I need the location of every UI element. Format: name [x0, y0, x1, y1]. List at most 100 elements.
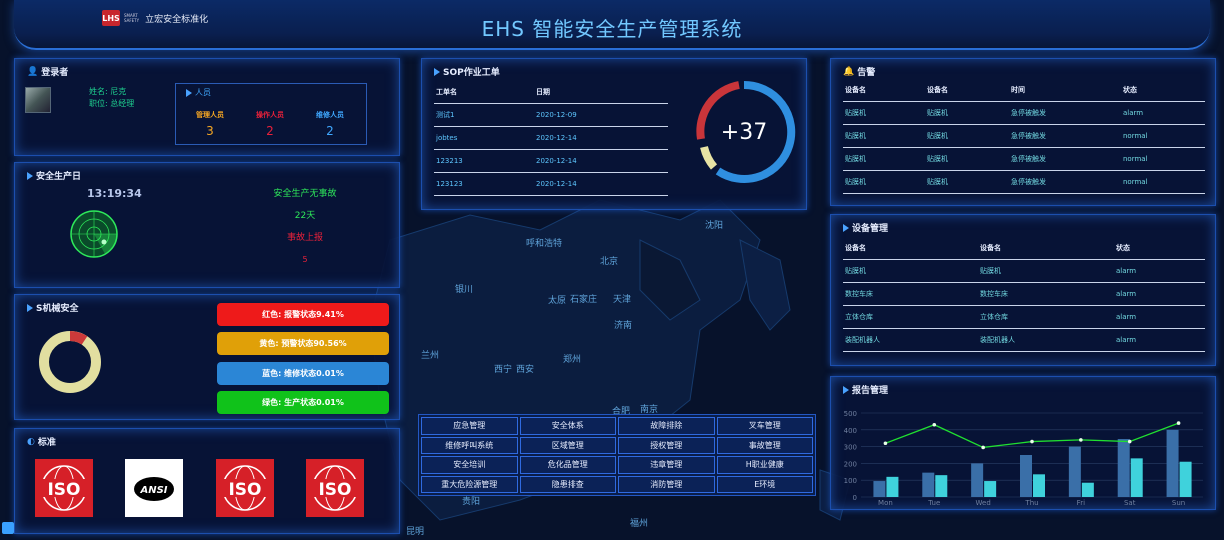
report-chart: 0 100 200 300 400 500 Mon Tue Wed Thu Fri Sat Sun: [844, 410, 1203, 507]
chart-point: [883, 441, 888, 446]
table-row[interactable]: jobtes 2020-12-14: [434, 126, 668, 150]
quick-menu-item[interactable]: 隐患排查: [519, 475, 616, 493]
ansi-logo[interactable]: ANSI: [125, 459, 183, 517]
avatar[interactable]: [25, 87, 51, 113]
iso-logo[interactable]: ISO: [216, 459, 274, 517]
cell: normal: [1121, 147, 1205, 171]
donut-ring-yellow: [39, 331, 101, 393]
device-title: 设备管理: [843, 221, 888, 234]
sop-table: 工单名 日期 测试1 2020-12-09 jobtes 2020-12-14 12…: [434, 81, 668, 196]
status-bar-red[interactable]: 红色: 报警状态9.41%: [217, 303, 389, 326]
table-row[interactable]: 贴膜机 贴膜机 急停被触发 normal: [843, 170, 1205, 194]
x-tick-label: Sun: [1172, 499, 1185, 507]
cell: alarm: [1114, 259, 1205, 283]
column-header: 设备名: [843, 237, 978, 260]
quick-menu-item[interactable]: 安全体系: [519, 417, 616, 435]
safety-stats: 安全生产无事故 22天 事故上报 5: [245, 183, 365, 271]
status-bar-yellow[interactable]: 黄色: 预警状态90.56%: [217, 332, 389, 355]
cell: jobtes: [434, 126, 534, 150]
machine-donut-chart: [39, 331, 101, 393]
map-city-label: 天津: [613, 295, 632, 305]
quick-menu-item[interactable]: 违章管理: [618, 456, 715, 474]
column-header: 工单名: [434, 81, 534, 104]
device-table: 设备名 设备名 状态 贴膜机 贴膜机 alarm 数控车床 数控车床 alarm 立体仓…: [843, 237, 1205, 352]
quick-menu-item[interactable]: 区域管理: [519, 436, 616, 454]
quick-menu-item[interactable]: 事故管理: [716, 436, 813, 454]
column-header: 状态: [1121, 79, 1205, 102]
map-city-label: 沈阳: [705, 221, 724, 231]
table-row[interactable]: 贴膜机 贴膜机 急停被触发 normal: [843, 147, 1205, 171]
quick-menu-item[interactable]: 危化品管理: [519, 456, 616, 474]
quick-menu-item[interactable]: 应急管理: [421, 417, 518, 435]
table-row[interactable]: 测试1 2020-12-09: [434, 103, 668, 127]
map-city-label: 郑州: [563, 355, 582, 365]
status-bar-blue[interactable]: 蓝色: 维修状态0.01%: [217, 362, 389, 385]
quick-menu-item[interactable]: E环境: [716, 475, 813, 493]
staff-title-text: 人员: [195, 88, 211, 97]
staff-managers[interactable]: 管理人员 3: [180, 110, 240, 138]
column-header: 日期: [534, 81, 668, 104]
chart-bar: [886, 476, 899, 497]
cell: 立体仓库: [843, 305, 978, 329]
table-row[interactable]: 贴膜机 贴膜机 急停被触发 alarm: [843, 101, 1205, 125]
y-tick-label: 0: [853, 494, 857, 502]
cell: 贴膜机: [978, 259, 1114, 283]
user-position: 职位: 总经理: [89, 99, 135, 108]
login-panel: 👤 登录者 姓名: 尼克 职位: 总经理 人员 管理人员 3 操作人员 2 维修…: [14, 58, 400, 156]
table-row[interactable]: 立体仓库 立体仓库 alarm: [843, 305, 1205, 329]
map-city-label: 太原: [548, 296, 567, 306]
quick-menu-item[interactable]: 消防管理: [618, 475, 715, 493]
map-city-label: 北京: [600, 257, 619, 267]
quick-menu-item[interactable]: H职业健康: [716, 456, 813, 474]
machine-safety-panel: S机械安全 红色: 报警状态9.41% 黄色: 预警状态90.56% 蓝色: 维…: [14, 294, 400, 420]
cell: 2020-12-14: [534, 149, 668, 173]
column-header: 设备名: [925, 79, 1009, 102]
cell: 贴膜机: [843, 147, 925, 171]
sop-gauge: +37: [696, 80, 796, 183]
table-row[interactable]: 装配机器人 装配机器人 alarm: [843, 328, 1205, 352]
cell: 2020-12-09: [534, 103, 668, 127]
report-panel: 报告管理 0 100 200 300 400 500 Mon Tue Wed Thu Fri Sat S…: [830, 376, 1216, 510]
no-accident-label: 安全生产无事故: [273, 189, 337, 199]
gauge-arc-yellow: [700, 145, 718, 170]
table-row[interactable]: 贴膜机 贴膜机 急停被触发 normal: [843, 124, 1205, 148]
chart-point: [932, 422, 937, 427]
quick-menu-item[interactable]: 维修呼叫系统: [421, 436, 518, 454]
staff-operators[interactable]: 操作人员 2: [240, 110, 300, 138]
chart-bar: [1033, 474, 1045, 497]
map-city-label: 银川: [455, 285, 474, 295]
staff-summary: 人员 管理人员 3 操作人员 2 维修人员 2: [175, 83, 367, 145]
quick-menu-item[interactable]: 安全培训: [421, 456, 518, 474]
cell: 贴膜机: [843, 259, 978, 283]
chart-bar: [1117, 439, 1130, 497]
status-bar-green[interactable]: 绿色: 生产状态0.01%: [217, 391, 389, 414]
x-tick-label: Fri: [1077, 499, 1085, 507]
user-icon: 👤: [27, 66, 39, 77]
accident-report-link[interactable]: 事故上报: [245, 227, 365, 249]
logo-text: ISO: [47, 480, 80, 500]
radar-icon: [70, 210, 118, 258]
iso-logo[interactable]: ISO: [35, 459, 93, 517]
login-panel-title: 👤 登录者: [27, 65, 68, 79]
cell: 贴膜机: [843, 124, 925, 148]
cell: 贴膜机: [925, 147, 1009, 171]
cell: alarm: [1114, 282, 1205, 306]
bell-icon: 🔔: [843, 66, 855, 77]
chart-bar: [1020, 455, 1032, 497]
x-tick-label: Thu: [1024, 499, 1038, 507]
quick-menu-item[interactable]: 故障排除: [618, 417, 715, 435]
quick-menu-item[interactable]: 重大危险源管理: [421, 475, 518, 493]
table-row[interactable]: 123123 2020-12-14: [434, 172, 668, 196]
cell: 贴膜机: [843, 170, 925, 194]
table-row[interactable]: 数控车床 数控车床 alarm: [843, 282, 1205, 306]
quick-menu-item[interactable]: 授权管理: [618, 436, 715, 454]
staff-maintenance[interactable]: 维修人员 2: [300, 110, 360, 138]
app-corner-icon[interactable]: [2, 522, 14, 534]
cell: 贴膜机: [843, 101, 925, 125]
table-row[interactable]: 贴膜机 贴膜机 alarm: [843, 259, 1205, 283]
table-row[interactable]: 123213 2020-12-14: [434, 149, 668, 173]
iso-logo[interactable]: ISO: [306, 459, 364, 517]
alarm-panel: 🔔 告警 设备名 设备名 时间 状态 贴膜机 贴膜机 急停被触发 alarm 贴膜机贴…: [830, 58, 1216, 206]
quick-menu-grid: 应急管理 安全体系 故障排除 叉车管理维修呼叫系统 区域管理 授权管理 事故管理安全培训 危化…: [418, 414, 816, 496]
quick-menu-item[interactable]: 叉车管理: [716, 417, 813, 435]
